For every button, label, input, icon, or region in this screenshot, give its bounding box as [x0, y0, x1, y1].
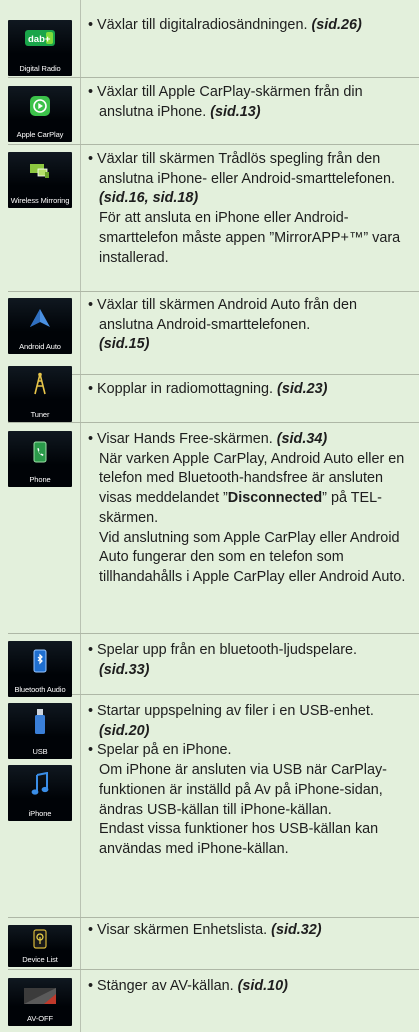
item-description: • Visar skärmen Enhetslista. (sid.32) [88, 921, 414, 941]
item-description: • Visar Hands Free-skärmen. (sid.34) När… [88, 430, 414, 588]
wireless-mirroring-icon[interactable]: Wireless Mirroring [8, 152, 72, 208]
icon-label: Device List [22, 955, 58, 964]
tuner-icon[interactable]: Tuner [8, 366, 72, 422]
note-text-2: Vid anslutning som Apple CarPlay eller A… [99, 529, 406, 585]
item-description: • Spelar upp från en bluetooth-ljudspela… [88, 641, 414, 680]
description-text: Startar uppspelning av filer i en USB-en… [97, 703, 374, 719]
note-text: Om iPhone är ansluten via USB när CarPla… [99, 762, 387, 818]
item-description: • Växlar till skärmen Android Auto från … [88, 296, 414, 355]
page-reference: (sid.16, sid.18) [99, 190, 199, 207]
row-separator [8, 917, 419, 918]
bluetooth-audio-icon[interactable]: Bluetooth Audio [8, 641, 72, 697]
dab-logo: dab+ [25, 30, 55, 46]
item-description: • Stänger av AV-källan. (sid.10) [88, 977, 414, 997]
iphone-music-icon[interactable]: iPhone [8, 765, 72, 821]
item-description: • Startar uppspelning av filer i en USB-… [88, 702, 414, 860]
icon-label: Android Auto [19, 342, 61, 351]
icon-label: Apple CarPlay [16, 130, 64, 139]
page-reference: (sid.13) [210, 103, 261, 120]
note-text-2: Endast vissa funktioner hos USB-källan k… [99, 821, 379, 857]
item-description: • Kopplar in radiomottagning. (sid.23) [88, 380, 414, 400]
icon-label: AV-OFF [27, 1014, 53, 1023]
item-description: • Växlar till Apple CarPlay-skärmen från… [88, 83, 414, 122]
bullet: • [88, 17, 94, 33]
row-separator [8, 633, 419, 634]
usb-glyph [35, 709, 45, 734]
av-off-icon[interactable]: AV-OFF [8, 978, 72, 1026]
icon-label: USB [32, 747, 48, 756]
icon-label: Phone [29, 475, 51, 484]
page-reference: (sid.32) [271, 922, 322, 938]
page-reference: (sid.20) [99, 722, 150, 739]
tuner-glyph [34, 372, 46, 395]
page-reference: (sid.26) [311, 17, 362, 33]
page-reference: (sid.33) [99, 661, 150, 678]
bullet: • [88, 151, 94, 167]
usb-icon[interactable]: USB [8, 703, 72, 759]
apple-carplay-icon[interactable]: Apple CarPlay [8, 86, 72, 142]
bullet: • [88, 431, 94, 447]
description-text: Kopplar in radiomottagning. [97, 381, 274, 397]
item-description: • Växlar till skärmen Trådlös spegling f… [88, 150, 414, 268]
description-text: Växlar till skärmen Trådlös spegling frå… [97, 151, 395, 187]
bullet: • [88, 642, 94, 658]
page-reference: (sid.23) [277, 381, 328, 397]
page-reference: (sid.10) [237, 978, 288, 994]
device-list-icon[interactable]: Device List [8, 925, 72, 967]
source-icon-reference-page: dab+ Digital Radio • Växlar till digital… [0, 0, 419, 1032]
av-off-glyph [24, 988, 56, 1004]
icon-label: Bluetooth Audio [14, 685, 66, 694]
row-separator [8, 291, 419, 292]
android-auto-icon[interactable]: Android Auto [8, 298, 72, 354]
device-list-glyph [33, 929, 47, 949]
row-separator [8, 144, 419, 145]
icon-label: Digital Radio [19, 64, 61, 73]
description-text: Spelar upp från en bluetooth-ljudspelare… [97, 642, 358, 658]
bullet: • [88, 978, 94, 994]
dab-radio-icon[interactable]: dab+ Digital Radio [8, 20, 72, 76]
android-auto-glyph [30, 309, 50, 327]
description-text: Växlar till skärmen Android Auto från de… [97, 297, 358, 333]
carplay-glyph [30, 96, 50, 116]
description-text: Växlar till digitalradiosändningen. [97, 17, 308, 33]
bullet: • [88, 297, 94, 313]
page-reference: (sid.34) [276, 431, 328, 447]
disconnected-message: Disconnected [227, 490, 323, 507]
description-text: Stänger av AV-källan. [97, 978, 234, 994]
description-text: Visar Hands Free-skärmen. [97, 431, 273, 447]
row-separator [8, 77, 419, 78]
icon-label: Tuner [30, 410, 50, 419]
music-note-glyph [31, 772, 49, 795]
item-description: • Växlar till digitalradiosändningen. (s… [88, 16, 414, 36]
note-text: När varken Apple CarPlay, Android Auto e… [99, 450, 405, 526]
description-text: Visar skärmen Enhetslista. [97, 922, 268, 938]
icon-label: Wireless Mirroring [10, 196, 70, 205]
bullet: • [88, 703, 94, 719]
bullet: • [88, 381, 94, 397]
bullet: • [88, 922, 94, 938]
bullet: • [88, 742, 94, 759]
description-text-2: Spelar på en iPhone. [97, 742, 232, 759]
page-reference: (sid.15) [99, 336, 150, 353]
row-separator [8, 969, 419, 970]
dab-logo-text: dab+ [28, 34, 51, 45]
phone-glyph [33, 441, 47, 463]
row-separator [8, 422, 419, 423]
icon-label: iPhone [28, 809, 52, 818]
mirroring-glyph [30, 164, 49, 178]
column-divider [80, 0, 81, 1032]
note-text: För att ansluta en iPhone eller Android-… [99, 210, 401, 266]
bluetooth-audio-glyph [33, 649, 47, 673]
phone-icon[interactable]: Phone [8, 431, 72, 487]
bullet: • [88, 84, 94, 100]
